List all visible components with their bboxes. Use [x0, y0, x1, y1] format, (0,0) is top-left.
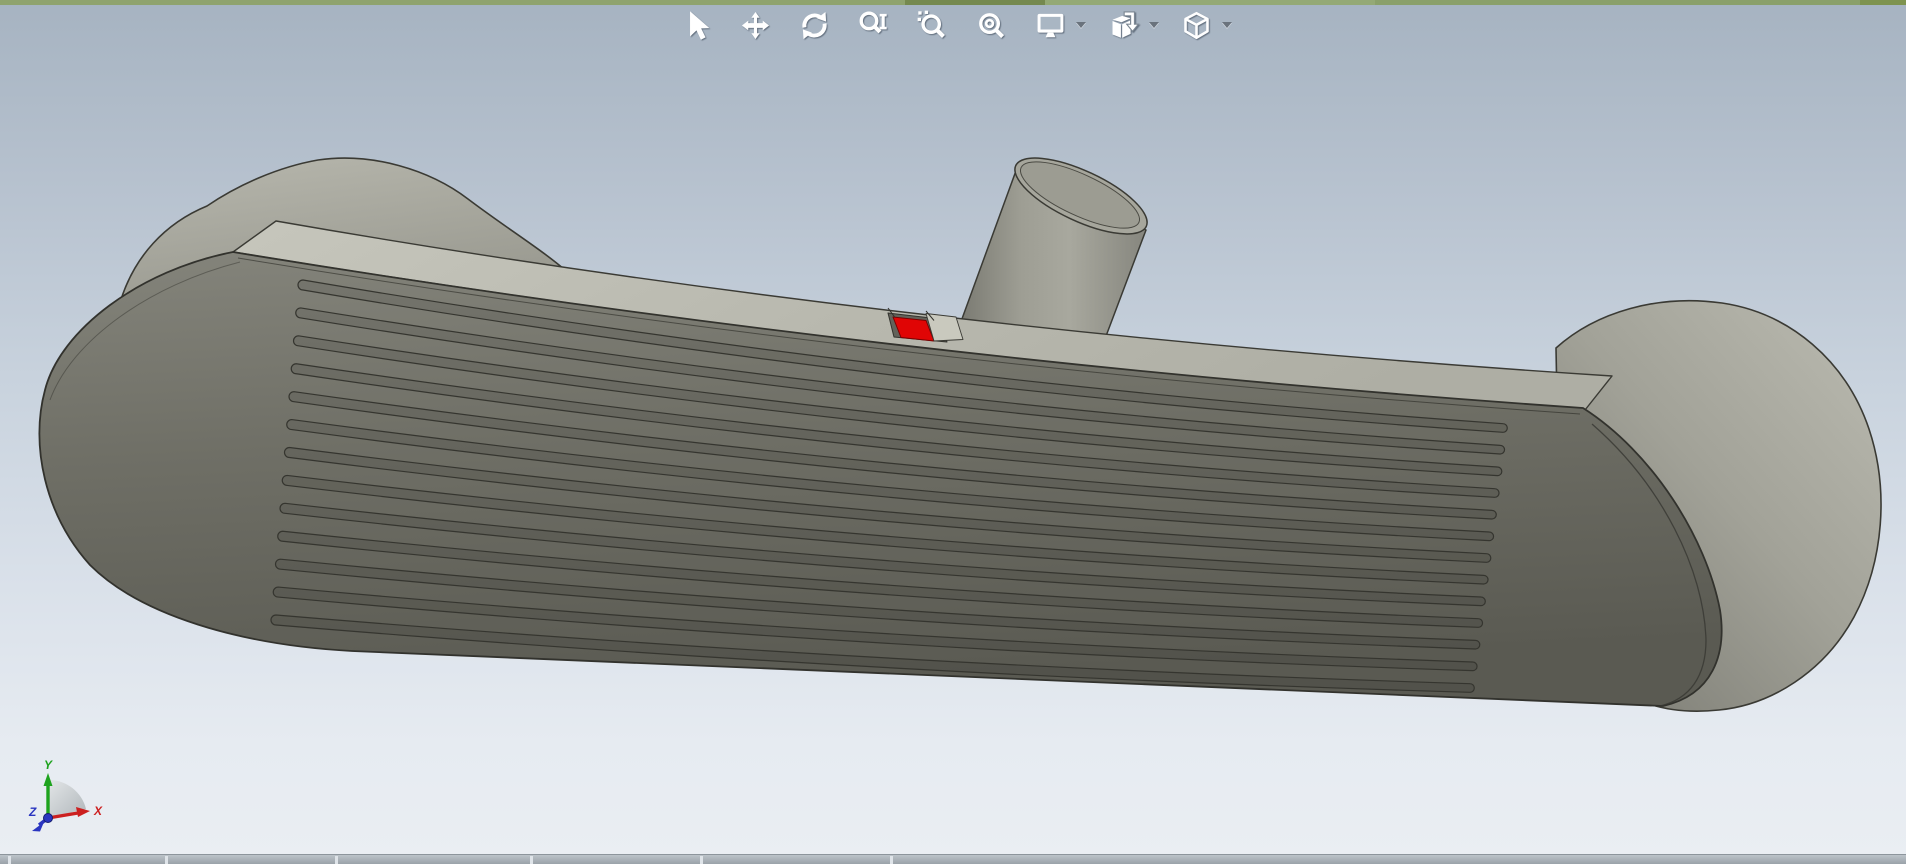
monitor-icon [1037, 13, 1063, 37]
bottom-edge-tick [530, 856, 533, 864]
view-orientation-button[interactable] [1104, 6, 1142, 44]
triad-y-label: Y [44, 758, 53, 772]
refresh-view-button[interactable] [1031, 6, 1069, 44]
display-mode-button[interactable] [1177, 6, 1215, 44]
triad-z-label: Z [28, 805, 37, 819]
magnifier-area-icon [917, 10, 945, 38]
triad-y-arrowhead [43, 773, 53, 786]
zoom-in-out-button[interactable] [854, 6, 892, 44]
pan-tool-button[interactable] [736, 6, 774, 44]
triad-x-label: X [93, 804, 103, 818]
pan-arrows-icon [741, 11, 769, 39]
zoom-fit-button[interactable] [972, 6, 1010, 44]
viewport[interactable]: Z Y X [0, 0, 1906, 864]
magnifier-fit-icon [978, 12, 1004, 38]
bottom-edge-tick [700, 856, 703, 864]
app-window: Z Y X [0, 0, 1906, 864]
dropdown-arrow-icon [1076, 22, 1086, 28]
cursor-icon [689, 10, 709, 40]
bottom-edge-tick [890, 856, 893, 864]
bottom-edge-tick [335, 856, 338, 864]
model-intercooler [38, 143, 1882, 712]
bottom-edge-tick [165, 856, 168, 864]
bottom-edge-tick [8, 856, 11, 864]
refresh-view-dropdown[interactable] [1073, 6, 1089, 44]
box-arrow-icon [1112, 10, 1140, 38]
dropdown-arrow-icon [1149, 22, 1159, 28]
magnifier-zoom-icon [859, 11, 887, 33]
select-tool-button[interactable] [677, 6, 715, 44]
display-mode-dropdown[interactable] [1219, 6, 1235, 44]
view-toolbar [666, 5, 1239, 45]
top-edge-segment [1860, 0, 1906, 5]
top-edge-segment [1375, 0, 1860, 5]
triad-origin [43, 813, 53, 823]
triad-z-arrowhead [32, 822, 44, 832]
wireframe-cube-icon [1183, 11, 1209, 39]
zoom-area-button[interactable] [913, 6, 951, 44]
bottom-window-edge [0, 854, 1906, 864]
orientation-triad: Z Y X [28, 758, 103, 832]
rotate-tool-button[interactable] [795, 6, 833, 44]
dropdown-arrow-icon [1222, 22, 1232, 28]
view-orientation-dropdown[interactable] [1146, 6, 1162, 44]
inlet-pipe[interactable] [954, 143, 1157, 353]
rotate-arrows-icon [801, 11, 827, 39]
